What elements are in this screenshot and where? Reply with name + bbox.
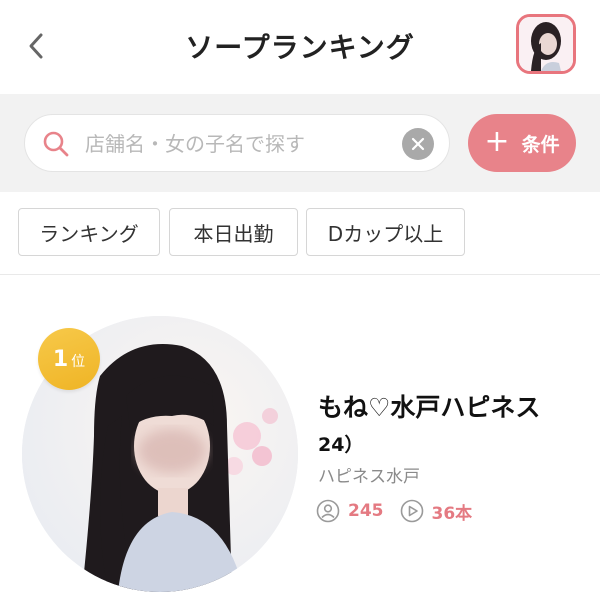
close-icon bbox=[411, 137, 425, 151]
shop-name[interactable]: ハピネス水戸 bbox=[318, 462, 420, 487]
rank-number: 1 bbox=[52, 346, 69, 372]
app-header: ソープランキング bbox=[0, 0, 600, 94]
rank-badge: 1 位 bbox=[38, 328, 100, 390]
page-title: ソープランキング bbox=[185, 31, 415, 64]
user-avatar[interactable] bbox=[516, 14, 576, 74]
videos-count: 36本 bbox=[431, 503, 473, 524]
avatar-image bbox=[519, 17, 573, 71]
ranking-card[interactable]: 1 位 もね♡水戸ハピネス 24） ハピネス水戸 245 36本 bbox=[0, 276, 600, 600]
search-box bbox=[24, 114, 450, 172]
search-bar-area: + 条件 bbox=[0, 94, 600, 192]
filter-button-label: 条件 bbox=[521, 133, 560, 156]
chip-label: 本日出勤 bbox=[193, 221, 274, 246]
chip-today-working[interactable]: 本日出勤 bbox=[169, 208, 298, 256]
person-icon bbox=[316, 499, 340, 523]
videos-stat: 36本 bbox=[400, 499, 473, 524]
followers-stat: 245 bbox=[316, 499, 384, 523]
divider bbox=[0, 274, 600, 275]
filter-button[interactable]: + 条件 bbox=[468, 114, 576, 172]
cast-stats: 245 36本 bbox=[316, 498, 488, 524]
search-icon bbox=[43, 131, 69, 157]
cast-name: もね♡水戸ハピネス bbox=[318, 393, 541, 422]
chip-d-cup[interactable]: Dカップ以上 bbox=[306, 208, 465, 256]
chip-label: ランキング bbox=[39, 221, 139, 246]
chip-label: Dカップ以上 bbox=[327, 221, 444, 246]
followers-count: 245 bbox=[348, 501, 384, 521]
search-input[interactable] bbox=[83, 125, 413, 163]
clear-search-button[interactable] bbox=[402, 128, 434, 160]
plus-icon: + bbox=[484, 123, 510, 159]
rank-suffix: 位 bbox=[71, 354, 86, 370]
play-icon bbox=[400, 499, 423, 523]
chip-ranking[interactable]: ランキング bbox=[18, 208, 160, 256]
cast-age: 24） bbox=[318, 434, 364, 456]
